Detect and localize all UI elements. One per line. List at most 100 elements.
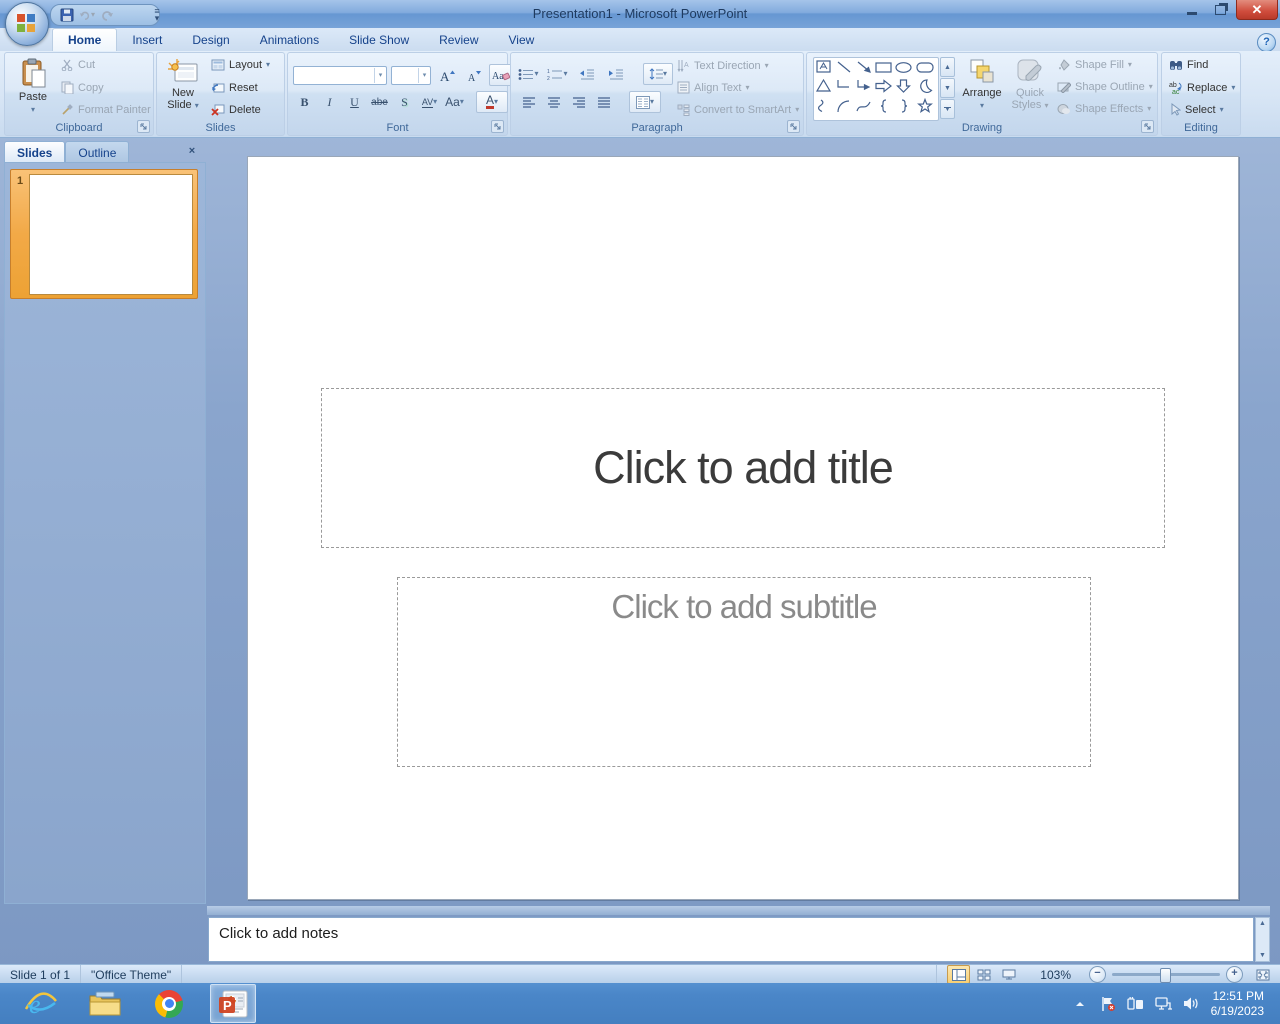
align-right-button[interactable] — [567, 91, 590, 113]
slide-sorter-view-button[interactable] — [972, 965, 995, 984]
tab-slide-show[interactable]: Slide Show — [334, 28, 424, 51]
tab-animations[interactable]: Animations — [245, 28, 334, 51]
tab-design[interactable]: Design — [177, 28, 244, 51]
slide-thumbnail-1[interactable]: 1 — [10, 169, 198, 299]
slide-show-view-button[interactable] — [997, 965, 1020, 984]
close-button[interactable]: ✕ — [1236, 0, 1278, 20]
tray-volume-icon[interactable] — [1183, 995, 1201, 1013]
fit-to-window-button[interactable] — [1251, 965, 1274, 984]
taskbar-chrome-icon[interactable] — [146, 984, 192, 1023]
redo-button[interactable] — [99, 7, 115, 23]
slides-tab[interactable]: Slides — [4, 141, 66, 163]
tab-review[interactable]: Review — [424, 28, 493, 51]
tray-power-icon[interactable] — [1127, 995, 1145, 1013]
shrink-font-button[interactable]: A — [462, 64, 485, 86]
taskbar-internet-explorer-icon[interactable]: e — [18, 984, 64, 1023]
delete-button[interactable]: Delete — [211, 103, 261, 116]
shapes-scroll-down-button[interactable]: ▼ — [940, 78, 955, 98]
columns-button[interactable]: ▾ — [629, 91, 661, 113]
copy-button[interactable]: Copy — [61, 81, 104, 94]
reset-button[interactable]: Reset — [211, 81, 258, 94]
slide-indicator[interactable]: Slide 1 of 1 — [0, 965, 82, 984]
drawing-dialog-launcher[interactable] — [1141, 120, 1154, 133]
shapes-more-button[interactable]: ▼ — [940, 99, 955, 119]
quick-styles-button[interactable]: Quick Styles ▾ — [1007, 56, 1053, 111]
help-icon[interactable] — [1257, 33, 1276, 52]
notes-splitter[interactable] — [207, 906, 1270, 915]
font-name-dropdown-arrow[interactable]: ▾ — [374, 67, 386, 83]
restore-button[interactable] — [1206, 0, 1234, 19]
grow-font-button[interactable]: A — [435, 64, 458, 86]
taskbar-file-explorer-icon[interactable] — [82, 984, 128, 1023]
zoom-out-button[interactable]: − — [1089, 966, 1106, 983]
bold-button[interactable]: B — [293, 91, 316, 113]
replace-button[interactable]: ab ac Replace ▾ — [1169, 81, 1235, 95]
tab-insert[interactable]: Insert — [117, 28, 177, 51]
tray-hidden-icons-chevron[interactable] — [1071, 995, 1089, 1013]
shape-fill-button[interactable]: Shape Fill ▾ — [1057, 59, 1132, 71]
increase-indent-button[interactable] — [604, 63, 627, 85]
shape-outline-button[interactable]: Shape Outline ▾ — [1057, 81, 1153, 93]
align-left-button[interactable] — [517, 91, 540, 113]
normal-view-button[interactable] — [947, 965, 971, 984]
underline-button[interactable]: U — [343, 91, 366, 113]
align-center-button[interactable] — [542, 91, 565, 113]
font-size-dropdown-arrow[interactable]: ▾ — [418, 67, 430, 83]
zoom-slider-track[interactable] — [1112, 968, 1220, 983]
numbering-button[interactable]: 1 2 ▾ — [546, 63, 569, 85]
font-name-combo[interactable]: ▾ — [293, 65, 387, 85]
justify-button[interactable] — [592, 91, 615, 113]
arrange-button[interactable]: Arrange ▾ — [959, 56, 1005, 111]
bullets-button[interactable]: ▾ — [517, 63, 540, 85]
shapes-scroll-up-button[interactable]: ▲ — [940, 57, 955, 77]
font-dialog-launcher[interactable] — [491, 120, 504, 133]
format-painter-button[interactable]: Format Painter — [61, 103, 151, 116]
decrease-indent-button[interactable] — [575, 63, 598, 85]
font-color-button[interactable]: A ▾ — [476, 91, 508, 113]
align-text-button[interactable]: Align Text ▾ — [677, 81, 750, 94]
shape-effects-button[interactable]: Shape Effects ▾ — [1057, 103, 1151, 115]
panel-close-icon[interactable] — [185, 144, 199, 158]
minimize-button[interactable] — [1178, 0, 1206, 19]
theme-indicator[interactable]: "Office Theme" — [81, 965, 183, 984]
outline-tab[interactable]: Outline — [65, 141, 130, 163]
notes-scroll-up-icon[interactable]: ▲ — [1259, 920, 1266, 927]
new-slide-button[interactable]: New Slide ▾ — [161, 56, 205, 111]
taskbar-powerpoint-icon[interactable]: P — [210, 984, 256, 1023]
title-placeholder[interactable]: Click to add title — [321, 388, 1165, 548]
tray-network-icon[interactable] — [1155, 995, 1173, 1013]
text-shadow-button[interactable]: S — [393, 91, 416, 113]
zoom-level[interactable]: 103% — [1030, 965, 1081, 984]
strikethrough-button[interactable]: abe — [368, 91, 391, 113]
character-spacing-button[interactable]: AV ▾ — [418, 91, 441, 113]
cut-button[interactable]: Cut — [61, 59, 95, 71]
tab-view[interactable]: View — [494, 28, 550, 51]
office-button[interactable] — [5, 2, 49, 46]
notes-pane[interactable]: Click to add notes — [208, 917, 1254, 962]
text-direction-button[interactable]: A Text Direction ▾ — [677, 59, 769, 72]
paragraph-dialog-launcher[interactable] — [787, 120, 800, 133]
notes-scrollbar[interactable]: ▲ ▼ — [1255, 917, 1270, 962]
paste-button[interactable]: Paste ▾ — [11, 56, 55, 115]
convert-to-smartart-button[interactable]: Convert to SmartArt ▾ — [677, 103, 799, 116]
clear-formatting-button[interactable]: Aa — [489, 64, 512, 86]
zoom-slider-thumb[interactable] — [1160, 968, 1171, 983]
save-button[interactable] — [59, 7, 75, 23]
font-size-combo[interactable]: ▾ — [391, 65, 431, 85]
find-button[interactable]: Find — [1169, 59, 1208, 71]
customize-qat-button[interactable]: ≡ ▾ — [150, 7, 164, 23]
select-button[interactable]: Select ▾ — [1169, 103, 1224, 116]
taskbar-clock[interactable]: 12:51 PM 6/19/2023 — [1211, 989, 1270, 1019]
change-case-button[interactable]: Aa ▾ — [443, 91, 466, 113]
line-spacing-button[interactable]: ▾ — [643, 63, 673, 85]
tray-action-center-flag-icon[interactable] — [1099, 995, 1117, 1013]
tab-home[interactable]: Home — [52, 28, 118, 51]
shapes-gallery[interactable] — [813, 57, 939, 121]
layout-button[interactable]: Layout ▾ — [211, 59, 270, 71]
undo-button[interactable]: ▾ — [79, 7, 95, 23]
zoom-in-button[interactable]: + — [1226, 966, 1243, 983]
clipboard-dialog-launcher[interactable] — [137, 120, 150, 133]
subtitle-placeholder[interactable]: Click to add subtitle — [397, 577, 1091, 767]
notes-scroll-down-icon[interactable]: ▼ — [1259, 952, 1266, 959]
italic-button[interactable]: I — [318, 91, 341, 113]
